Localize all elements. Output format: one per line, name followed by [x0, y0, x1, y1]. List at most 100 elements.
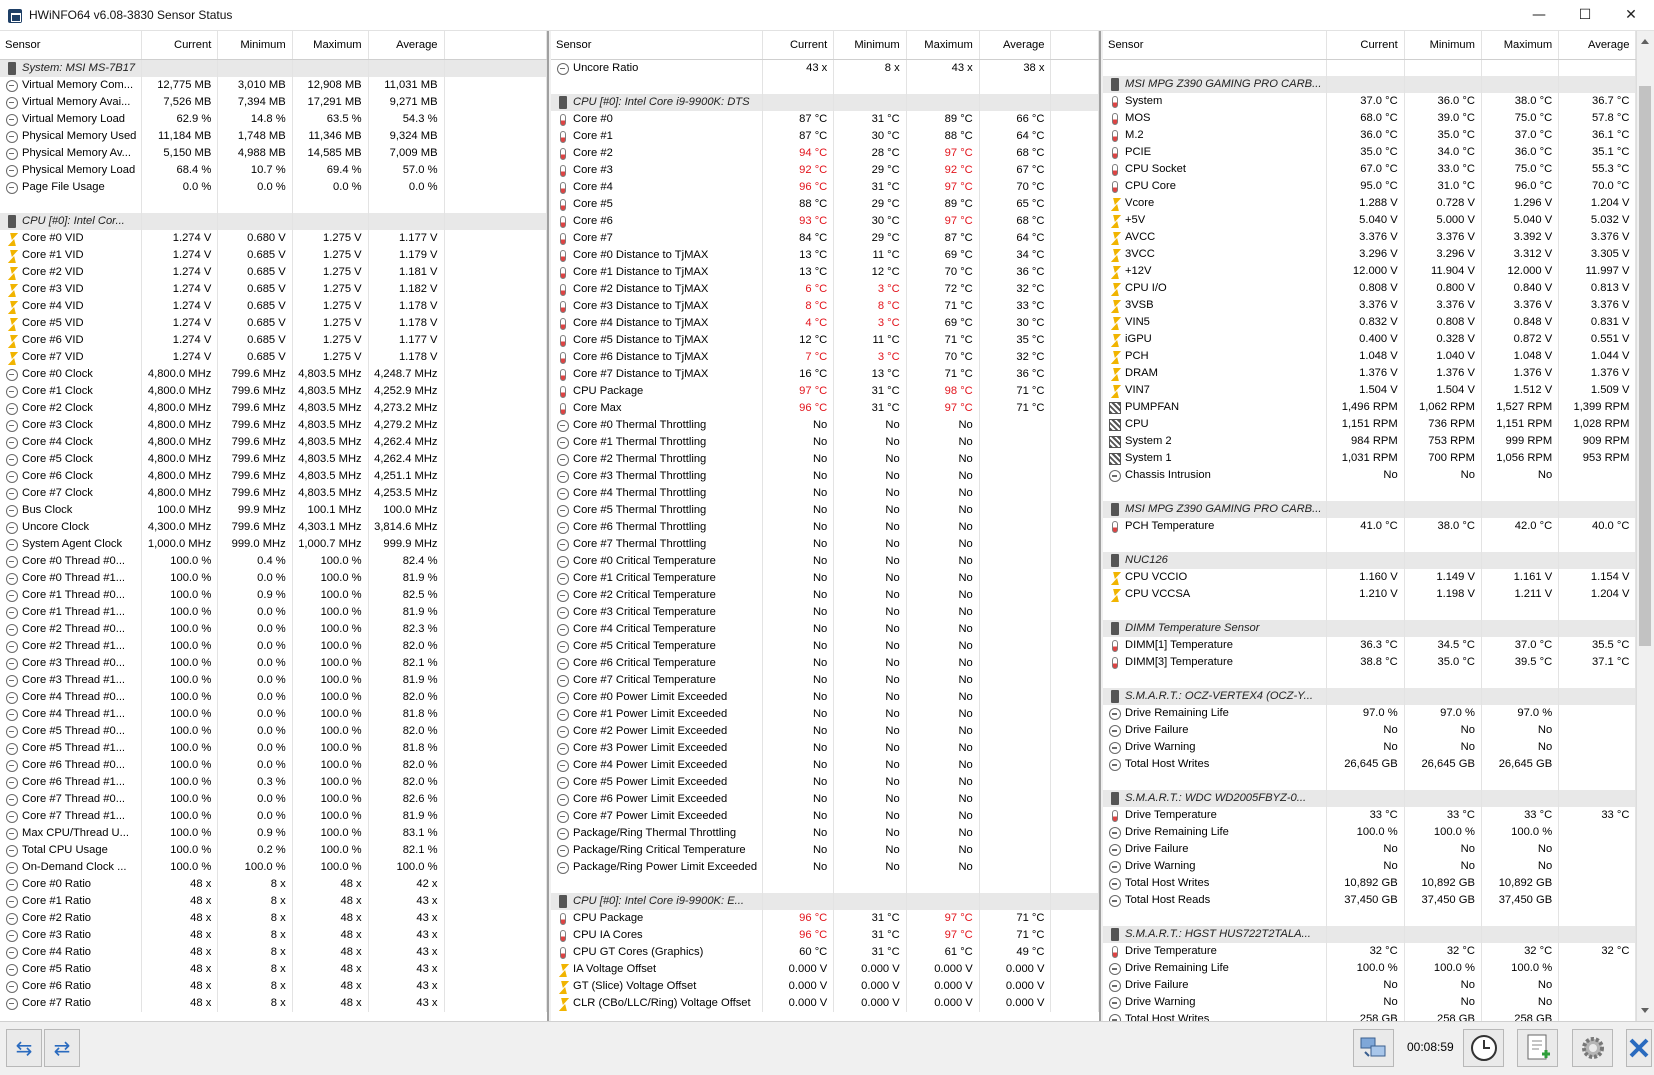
header-minimum[interactable]: Minimum	[833, 31, 907, 60]
sensor-row[interactable]: Core #1 Critical Temperature No No No	[551, 569, 1099, 587]
sensor-row[interactable]: Core #6 93 °C 30 °C 97 °C 68 °C	[551, 212, 1099, 230]
sensor-group-header[interactable]: MSI MPG Z390 GAMING PRO CARB...	[1103, 76, 1653, 93]
sensor-row[interactable]: System 1 1,031 RPM 700 RPM 1,056 RPM 953 RPM	[1103, 450, 1653, 467]
sensor-row[interactable]: Core #1 Thread #0... 100.0 % 0.9 % 100.0 % 8…	[0, 586, 547, 604]
network-button[interactable]	[1353, 1029, 1394, 1067]
sensor-row[interactable]: Drive Warning No No No	[1103, 739, 1653, 756]
sensor-row[interactable]: Core #5 Critical Temperature No No No	[551, 637, 1099, 655]
sensor-group-header[interactable]: MSI MPG Z390 GAMING PRO CARB...	[1103, 501, 1653, 518]
sensor-row[interactable]: Package/Ring Critical Temperature No No No	[551, 841, 1099, 859]
sensor-row[interactable]: Core #5 Ratio 48 x8 x 48 x 43 x	[0, 960, 547, 978]
sensor-row[interactable]: Core #1 Thermal Throttling No No No	[551, 433, 1099, 451]
header-sensor[interactable]: Sensor	[1103, 31, 1328, 60]
sensor-group-header[interactable]: CPU [#0]: Intel Core i9-9900K: E...	[551, 892, 1099, 910]
sensor-row[interactable]: Core #3 Thread #0... 100.0 % 0.0 % 100.0 % 8…	[0, 654, 547, 672]
sensor-row[interactable]: Core #2 Power Limit Exceeded No No No	[551, 722, 1099, 740]
sensor-row[interactable]: Core #1 Power Limit Exceeded No No No	[551, 705, 1099, 723]
scroll-down-arrow-icon[interactable]	[1641, 1008, 1649, 1013]
sensor-row[interactable]: Core #4 Distance to TjMAX 4 °C 3 °C 69 °C 30…	[551, 314, 1099, 332]
sensor-row[interactable]: Core #2 Ratio 48 x8 x 48 x 43 x	[0, 909, 547, 927]
sensor-row[interactable]: VIN5 0.832 V 0.808 V 0.848 V 0.831 V	[1103, 314, 1653, 331]
sensor-row[interactable]: Bus Clock 100.0 MHz 99.9 MHz 100.1 MHz 100.0…	[0, 501, 547, 519]
sensor-row[interactable]: Uncore Clock 4,300.0 MHz 799.6 MHz 4,303.1 …	[0, 518, 547, 536]
sensor-row[interactable]: +12V 12.000 V 11.904 V 12.000 V 11.997 V	[1103, 263, 1653, 280]
sensor-row[interactable]: Core #1 Thread #1... 100.0 % 0.0 % 100.0 % 8…	[0, 603, 547, 621]
sensor-row[interactable]: Physical Memory Load 68.4 % 10.7 % 69.4 % 57…	[0, 161, 547, 179]
close-button[interactable]: ✕	[1608, 0, 1654, 31]
sensor-row[interactable]: Core #5 Power Limit Exceeded No No No	[551, 773, 1099, 791]
sensor-row[interactable]: CPU GT Cores (Graphics) 60 °C 31 °C 61 °C 49…	[551, 943, 1099, 961]
sensor-row[interactable]: Core #6 Critical Temperature No No No	[551, 654, 1099, 672]
sensor-row[interactable]: CPU 1,151 RPM 736 RPM 1,151 RPM 1,028 RPM	[1103, 416, 1653, 433]
sensor-row[interactable]: CPU Package 96 °C 31 °C 97 °C 71 °C	[551, 909, 1099, 927]
sensor-row[interactable]: Core #3 Power Limit Exceeded No No No	[551, 739, 1099, 757]
sensor-row[interactable]: Drive Remaining Life 97.0 % 97.0 % 97.0 %	[1103, 705, 1653, 722]
sensor-row[interactable]: Core #5 88 °C 29 °C 89 °C 65 °C	[551, 195, 1099, 213]
sensor-row[interactable]: Core #7 Clock 4,800.0 MHz 799.6 MHz 4,803.5…	[0, 484, 547, 502]
sensor-row[interactable]: Package/Ring Power Limit Exceeded No No No	[551, 858, 1099, 876]
vertical-scrollbar[interactable]	[1636, 31, 1653, 1021]
sensor-row[interactable]: CPU IA Cores 96 °C 31 °C 97 °C 71 °C	[551, 926, 1099, 944]
sensor-row[interactable]: Core #2 Critical Temperature No No No	[551, 586, 1099, 604]
sensor-row[interactable]: Core #2 Thread #0... 100.0 % 0.0 % 100.0 % 8…	[0, 620, 547, 638]
sensor-row[interactable]: Uncore Ratio 43 x8 x 43 x 38 x	[551, 59, 1099, 77]
report-button[interactable]	[1517, 1029, 1558, 1067]
sensor-group-header[interactable]: S.M.A.R.T.: WDC WD2005FBYZ-0...	[1103, 790, 1653, 807]
sensor-row[interactable]: DIMM[1] Temperature 36.3 °C 34.5 °C 37.0 °C…	[1103, 637, 1653, 654]
sensor-row[interactable]: Core #7 Thread #0... 100.0 % 0.0 % 100.0 % 8…	[0, 790, 547, 808]
sensor-row[interactable]: Drive Failure No No No	[1103, 722, 1653, 739]
sensor-row[interactable]: Virtual Memory Com... 12,775 MB 3,010 MB 12…	[0, 76, 547, 94]
sensor-group-header[interactable]: NUC126	[1103, 552, 1653, 569]
sensor-row[interactable]: System Agent Clock 1,000.0 MHz 999.0 MHz 1,…	[0, 535, 547, 553]
maximize-button[interactable]: ☐	[1562, 0, 1608, 31]
sensor-row[interactable]: Core #1 Clock 4,800.0 MHz 799.6 MHz 4,803.5…	[0, 382, 547, 400]
sensor-row[interactable]: Chassis Intrusion No No No	[1103, 467, 1653, 484]
sensor-group-header[interactable]: CPU [#0]: Intel Core i9-9900K: DTS	[551, 93, 1099, 111]
sensor-row[interactable]: Core #3 Critical Temperature No No No	[551, 603, 1099, 621]
sensor-row[interactable]: Core #4 Critical Temperature No No No	[551, 620, 1099, 638]
sensor-row[interactable]: Core #4 VID 1.274 V 0.685 V 1.275 V 1.178 V	[0, 297, 547, 315]
sensor-row[interactable]: Core #3 Thermal Throttling No No No	[551, 467, 1099, 485]
sensor-group-header[interactable]: S.M.A.R.T.: OCZ-VERTEX4 (OCZ-Y...	[1103, 688, 1653, 705]
sensor-row[interactable]: Core #0 Distance to TjMAX 13 °C 11 °C 69 °C…	[551, 246, 1099, 264]
header-minimum[interactable]: Minimum	[1404, 31, 1482, 60]
sensor-row[interactable]: 3VCC 3.296 V 3.296 V 3.312 V 3.305 V	[1103, 246, 1653, 263]
sensor-row[interactable]: Core #4 96 °C 31 °C 97 °C 70 °C	[551, 178, 1099, 196]
sensor-row[interactable]: Core #1 VID 1.274 V 0.685 V 1.275 V 1.179 V	[0, 246, 547, 264]
sensor-row[interactable]: Core #3 Thread #1... 100.0 % 0.0 % 100.0 % 8…	[0, 671, 547, 689]
sensor-row[interactable]: Drive Failure No No No	[1103, 977, 1653, 994]
sensor-row[interactable]: CPU Core 95.0 °C 31.0 °C 96.0 °C 70.0 °C	[1103, 178, 1653, 195]
header-sensor[interactable]: Sensor	[0, 31, 143, 60]
sensor-row[interactable]: Core #6 Clock 4,800.0 MHz 799.6 MHz 4,803.5…	[0, 467, 547, 485]
sensor-row[interactable]: Drive Remaining Life 100.0 % 100.0 % 100.0 …	[1103, 960, 1653, 977]
sensor-row[interactable]: GT (Slice) Voltage Offset 0.000 V 0.000 V0…	[551, 977, 1099, 995]
sensor-row[interactable]: Core #5 Clock 4,800.0 MHz 799.6 MHz 4,803.5…	[0, 450, 547, 468]
sensor-row[interactable]: Core #5 Distance to TjMAX 12 °C 11 °C 71 °C…	[551, 331, 1099, 349]
sensor-row[interactable]: Drive Remaining Life 100.0 % 100.0 % 100.0 …	[1103, 824, 1653, 841]
sensor-row[interactable]: Core #5 Thread #0... 100.0 % 0.0 % 100.0 % 8…	[0, 722, 547, 740]
sensor-row[interactable]: System 2 984 RPM 753 RPM 999 RPM 909 RPM	[1103, 433, 1653, 450]
sensor-row[interactable]: Page File Usage 0.0 % 0.0 % 0.0 % 0.0 %	[0, 178, 547, 196]
sensor-row[interactable]: Core #0 Thread #0... 100.0 % 0.4 % 100.0 % 8…	[0, 552, 547, 570]
header-average[interactable]: Average	[368, 31, 445, 60]
sensor-row[interactable]: Core #4 Ratio 48 x8 x 48 x 43 x	[0, 943, 547, 961]
sensor-row[interactable]: Core #4 Thread #0... 100.0 % 0.0 % 100.0 % 8…	[0, 688, 547, 706]
sensor-row[interactable]: Physical Memory Used 11,184 MB 1,748 MB 11,…	[0, 127, 547, 145]
sensor-row[interactable]: Core #6 Thread #1... 100.0 % 0.3 % 100.0 % 8…	[0, 773, 547, 791]
sensor-row[interactable]: Core #3 Distance to TjMAX 8 °C 8 °C 71 °C 33…	[551, 297, 1099, 315]
sensor-row[interactable]: Core #4 Thermal Throttling No No No	[551, 484, 1099, 502]
sensor-row[interactable]: Core #0 Critical Temperature No No No	[551, 552, 1099, 570]
sensor-row[interactable]: Core #4 Thread #1... 100.0 % 0.0 % 100.0 % 8…	[0, 705, 547, 723]
sensor-row[interactable]: M.2 36.0 °C 35.0 °C 37.0 °C 36.1 °C	[1103, 127, 1653, 144]
sensor-row[interactable]: PCH 1.048 V 1.040 V 1.048 V 1.044 V	[1103, 348, 1653, 365]
sensor-row[interactable]: Core #2 Thread #1... 100.0 % 0.0 % 100.0 % 8…	[0, 637, 547, 655]
sensor-row[interactable]: Core #2 Thermal Throttling No No No	[551, 450, 1099, 468]
header-minimum[interactable]: Minimum	[217, 31, 293, 60]
sensor-row[interactable]: Core #6 Thread #0... 100.0 % 0.0 % 100.0 % 8…	[0, 756, 547, 774]
sensor-row[interactable]: Max CPU/Thread U... 100.0 % 0.9 % 100.0 % 83…	[0, 824, 547, 842]
sensor-row[interactable]: Vcore 1.288 V 0.728 V 1.296 V 1.204 V	[1103, 195, 1653, 212]
sensor-row[interactable]: Core #4 Power Limit Exceeded No No No	[551, 756, 1099, 774]
sensor-row[interactable]: Core #0 Thermal Throttling No No No	[551, 416, 1099, 434]
sensor-row[interactable]: Total Host Writes 26,645 GB 26,645 GB 26,64…	[1103, 756, 1653, 773]
sensor-row[interactable]: Drive Temperature 33 °C 33 °C 33 °C 33 °C	[1103, 807, 1653, 824]
